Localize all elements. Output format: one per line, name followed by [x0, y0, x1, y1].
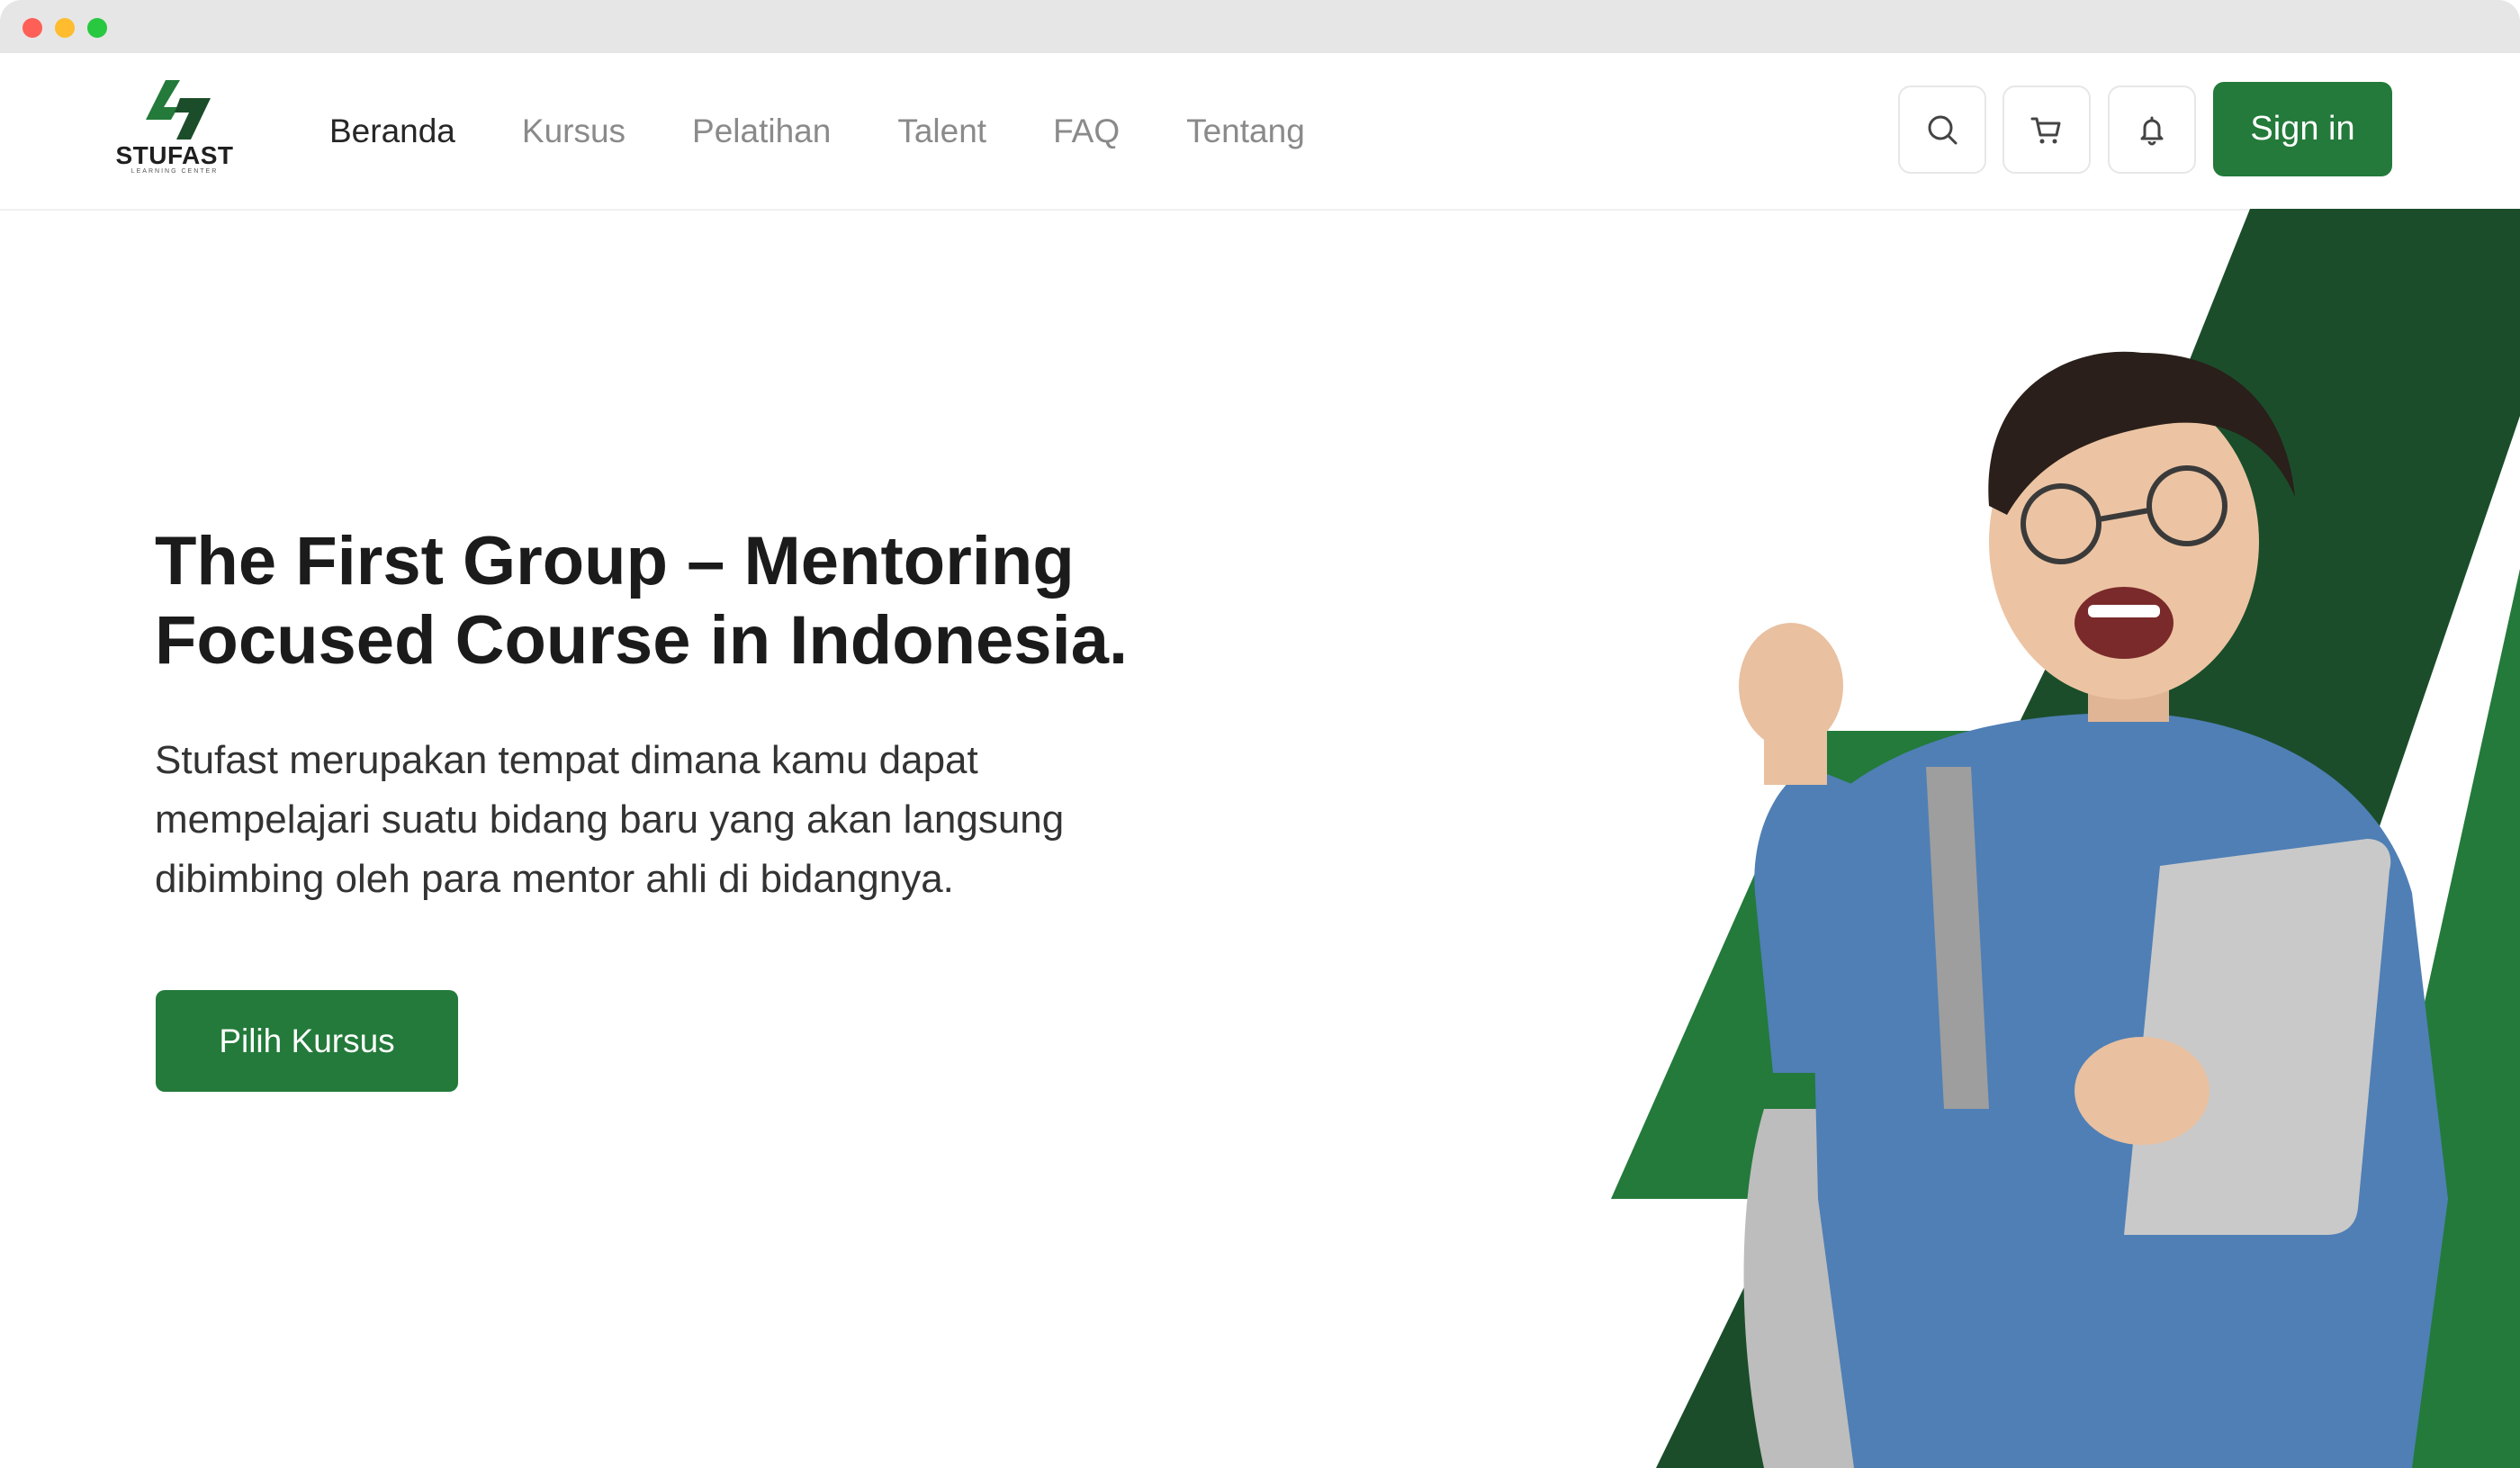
minimize-window-button[interactable] [55, 18, 75, 38]
nav-link-beranda[interactable]: Beranda [329, 113, 455, 150]
nav-link-kursus[interactable]: Kursus [522, 113, 626, 150]
brand-logo[interactable]: STUFAST LEARNING CENTER [112, 80, 238, 179]
navbar: STUFAST LEARNING CENTER Beranda Kursus P… [0, 53, 2520, 211]
browser-window: STUFAST LEARNING CENTER Beranda Kursus P… [0, 0, 2520, 1468]
maximize-window-button[interactable] [87, 18, 107, 38]
nav-link-faq[interactable]: FAQ [1053, 113, 1120, 150]
brand-tagline: LEARNING CENTER [130, 168, 219, 175]
notification-button[interactable] [2108, 86, 2196, 174]
cart-button[interactable] [2002, 86, 2091, 174]
nav-link-tentang[interactable]: Tentang [1186, 113, 1305, 150]
main-nav: Beranda Kursus Pelatihan Talent FAQ Tent… [329, 53, 1372, 209]
search-button[interactable] [1898, 86, 1986, 174]
sign-in-button[interactable]: Sign in [2213, 82, 2392, 176]
hero-description: Stufast merupakan tempat dimana kamu dap… [155, 738, 1065, 901]
choose-course-button[interactable]: Pilih Kursus [156, 990, 458, 1092]
cart-icon [2030, 117, 2061, 144]
bell-icon [2140, 116, 2164, 146]
logo-bolt-icon [146, 80, 211, 140]
close-window-button[interactable] [22, 18, 42, 38]
window-titlebar [0, 0, 2520, 53]
nav-link-pelatihan[interactable]: Pelatihan [692, 113, 831, 150]
search-icon [1928, 115, 1958, 145]
hero-illustration [1611, 209, 2520, 1468]
brand-name: STUFAST [115, 141, 234, 169]
nav-link-talent[interactable]: Talent [897, 113, 986, 150]
hero-title: The First Group – Mentoring Focused Cour… [155, 523, 1129, 679]
